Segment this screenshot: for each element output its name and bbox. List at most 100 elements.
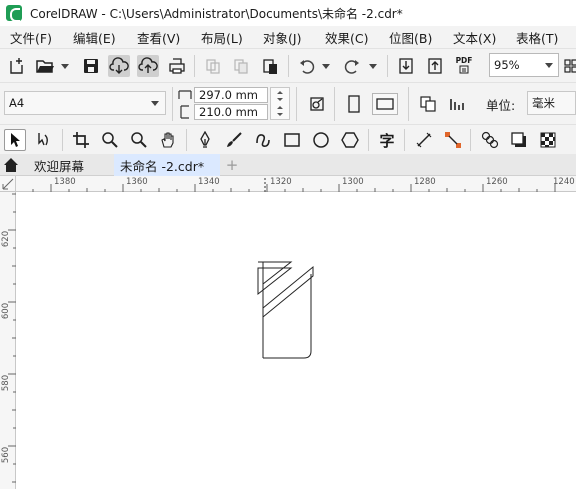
drawing-objects xyxy=(257,261,314,359)
toolbar-separator xyxy=(334,87,335,121)
page-size-chevron-icon[interactable] xyxy=(151,101,159,106)
ruler-label: 620 xyxy=(1,230,12,248)
toolbar-separator xyxy=(404,129,405,151)
property-bar: A4 297.0 mm 210.0 mm 单位: 毫米 xyxy=(0,82,576,124)
ruler-label: 560 xyxy=(1,446,12,464)
import-icon[interactable] xyxy=(395,55,417,77)
landscape-orientation-icon[interactable] xyxy=(372,93,398,115)
current-page-icon[interactable] xyxy=(446,93,468,115)
tab-welcome-screen[interactable]: 欢迎屏幕 xyxy=(24,154,112,176)
ellipse-tool-icon[interactable] xyxy=(310,129,332,151)
redo-dropdown-chevron-icon[interactable] xyxy=(369,64,377,69)
toolbar-separator xyxy=(62,129,63,151)
units-select[interactable]: 毫米 xyxy=(527,91,576,115)
export-icon[interactable] xyxy=(424,55,446,77)
toolbar-separator xyxy=(387,55,388,77)
toolbar-separator xyxy=(288,55,289,77)
launcher-grid-icon[interactable] xyxy=(560,55,576,77)
ruler-label: 1240 xyxy=(553,177,575,187)
print-icon[interactable] xyxy=(166,55,188,77)
coreldraw-window: CorelDRAW - C:\Users\Administrator\Docum… xyxy=(0,0,576,489)
menu-layout[interactable]: 布局(L) xyxy=(201,28,243,47)
cut-icon[interactable] xyxy=(202,55,224,77)
menu-bitmaps[interactable]: 位图(B) xyxy=(389,28,432,47)
rectangle-tool-icon[interactable] xyxy=(281,129,303,151)
drawn-rounded-body[interactable] xyxy=(263,274,312,359)
portrait-orientation-icon[interactable] xyxy=(343,93,365,115)
drop-shadow-icon[interactable] xyxy=(508,129,530,151)
blend-tool-icon[interactable] xyxy=(479,129,501,151)
standard-toolbar: PDF 95% xyxy=(0,48,576,82)
all-pages-icon[interactable] xyxy=(417,93,439,115)
ruler-label: 1300 xyxy=(342,177,364,187)
ruler-label: 580 xyxy=(1,374,12,392)
ruler-label: 1260 xyxy=(486,177,508,187)
open-folder-icon[interactable] xyxy=(34,55,56,77)
units-label: 单位: xyxy=(486,98,516,113)
connector-tool-icon[interactable] xyxy=(442,129,464,151)
toolbar-separator xyxy=(172,87,173,121)
toolbar-separator xyxy=(470,129,471,151)
artistic-media-brush-icon[interactable] xyxy=(223,129,245,151)
menu-file[interactable]: 文件(F) xyxy=(10,28,52,47)
home-icon[interactable] xyxy=(0,154,22,176)
page-transform-icon[interactable] xyxy=(306,93,328,115)
menu-bar: 文件(F) 编辑(E) 查看(V) 布局(L) 对象(J) 效果(C) 位图(B… xyxy=(0,26,576,48)
horizontal-ruler[interactable]: 1380 1360 1340 1320 1300 1280 1260 1240 xyxy=(0,176,576,192)
parallel-dimension-icon[interactable] xyxy=(413,129,435,151)
zoom-tool-alt-icon[interactable] xyxy=(128,129,150,151)
toolbox: 字 xyxy=(0,124,576,154)
page-width-icon xyxy=(178,88,192,102)
toolbar-separator xyxy=(194,55,195,77)
page-size-select[interactable]: A4 xyxy=(4,91,166,115)
menu-edit[interactable]: 编辑(E) xyxy=(73,28,116,47)
toolbar-separator xyxy=(368,129,369,151)
page-height-icon xyxy=(178,105,192,119)
ruler-origin-corner[interactable] xyxy=(0,176,16,192)
cloud-download-icon[interactable] xyxy=(108,55,130,77)
polygon-tool-icon[interactable] xyxy=(339,129,361,151)
menu-text[interactable]: 文本(X) xyxy=(453,28,496,47)
menu-view[interactable]: 查看(V) xyxy=(137,28,180,47)
pen-tool-icon[interactable] xyxy=(194,129,216,151)
toolbar-separator xyxy=(408,87,409,121)
ruler-label: 1320 xyxy=(270,177,292,187)
ruler-label: 1340 xyxy=(198,177,220,187)
menu-table[interactable]: 表格(T) xyxy=(516,28,558,47)
tab-document[interactable]: 未命名 -2.cdr* xyxy=(114,154,220,176)
drawing-canvas[interactable] xyxy=(16,192,576,489)
freehand-curve-icon[interactable] xyxy=(252,129,274,151)
redo-icon[interactable] xyxy=(341,55,363,77)
zoom-tool-icon[interactable] xyxy=(99,129,121,151)
page-height-input[interactable]: 210.0 mm xyxy=(194,104,268,120)
tab-welcome-label: 欢迎屏幕 xyxy=(34,158,85,174)
page-width-input[interactable]: 297.0 mm xyxy=(194,87,268,103)
new-document-icon[interactable] xyxy=(6,55,28,77)
undo-icon[interactable] xyxy=(296,55,318,77)
ruler-label: 1280 xyxy=(414,177,436,187)
cloud-upload-icon[interactable] xyxy=(137,55,159,77)
menu-effects[interactable]: 效果(C) xyxy=(325,28,368,47)
undo-dropdown-chevron-icon[interactable] xyxy=(322,64,330,69)
vertical-ruler[interactable]: 620 600 580 560 xyxy=(0,192,16,489)
toolbar-separator xyxy=(186,129,187,151)
shape-tool-icon[interactable] xyxy=(33,129,55,151)
drawn-lower-stripe[interactable] xyxy=(262,265,314,319)
pan-hand-icon[interactable] xyxy=(157,129,179,151)
text-tool-icon[interactable]: 字 xyxy=(376,129,398,151)
add-tab-button[interactable]: + xyxy=(222,154,242,176)
ruler-label: 1380 xyxy=(54,177,76,187)
save-icon[interactable] xyxy=(80,55,102,77)
ruler-label: 1360 xyxy=(126,177,148,187)
publish-pdf-icon[interactable]: PDF xyxy=(453,54,475,76)
crop-tool-icon[interactable] xyxy=(70,129,92,151)
pick-tool-icon[interactable] xyxy=(4,129,26,151)
paste-icon[interactable] xyxy=(259,55,281,77)
drawn-top-flap[interactable] xyxy=(262,261,293,286)
open-dropdown-chevron-icon[interactable] xyxy=(61,64,69,69)
menu-object[interactable]: 对象(J) xyxy=(263,28,301,47)
copy-icon[interactable] xyxy=(230,55,252,77)
zoom-dropdown-chevron-icon[interactable] xyxy=(545,63,553,68)
dimension-spinners[interactable] xyxy=(270,87,290,120)
transparency-tool-icon[interactable] xyxy=(537,129,559,151)
